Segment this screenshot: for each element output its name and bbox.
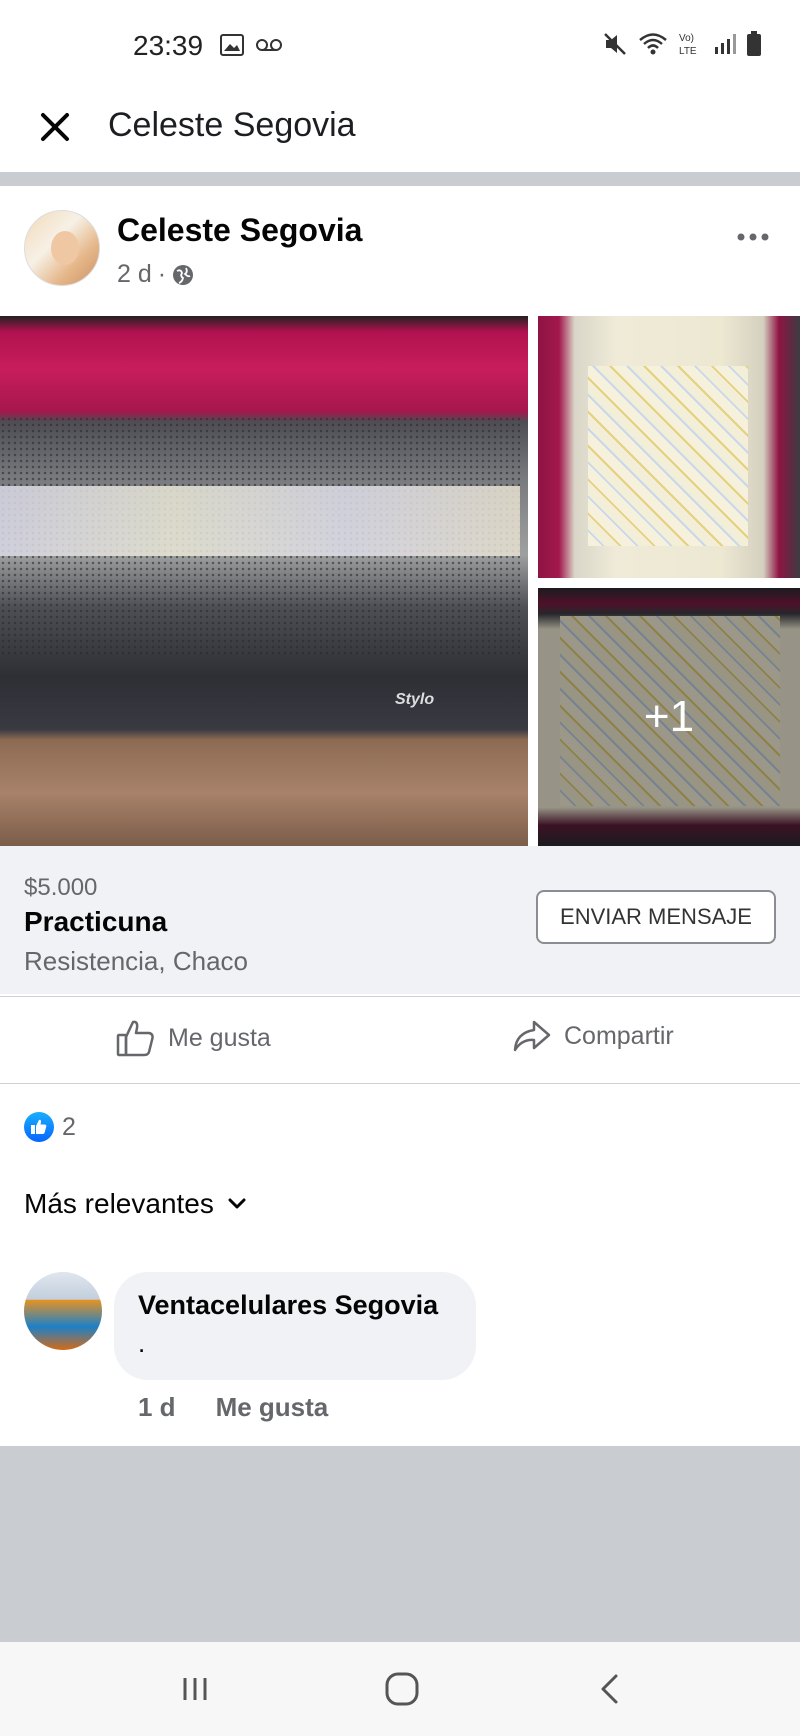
close-button[interactable] <box>32 104 78 150</box>
comment-text: . <box>138 1328 146 1358</box>
reaction-count: 2 <box>62 1112 76 1141</box>
voicemail-icon <box>256 39 282 51</box>
recent-apps-icon <box>183 1678 207 1700</box>
divider <box>0 172 800 186</box>
signal-icon <box>715 34 736 54</box>
home-icon <box>385 1672 419 1706</box>
photo-more-overlay: +1 <box>538 588 800 846</box>
comment-sort-dropdown[interactable]: Más relevantes <box>24 1188 246 1220</box>
listing-title: Practicuna <box>24 906 168 937</box>
photo-detail <box>0 486 520 556</box>
gallery-icon <box>220 34 244 56</box>
share-button[interactable]: Compartir <box>512 1019 674 1053</box>
globe-icon <box>173 264 194 285</box>
thumbs-up-icon <box>116 1020 154 1057</box>
battery-icon <box>747 31 761 56</box>
status-bar: 23:39 Vo) LTE <box>0 0 800 90</box>
back-button[interactable] <box>580 1662 640 1716</box>
sort-label: Más relevantes <box>24 1188 214 1219</box>
close-icon <box>41 113 69 141</box>
chevron-down-icon <box>228 1198 246 1209</box>
author-name[interactable]: Celeste Segovia <box>117 212 362 249</box>
post: Celeste Segovia 2 d · Stylo +1 $5.000 Pr… <box>0 186 800 1446</box>
marketplace-listing[interactable]: $5.000 Practicuna Resistencia, Chaco ENV… <box>0 846 800 994</box>
more-options-button[interactable] <box>736 216 770 250</box>
svg-text:Vo): Vo) <box>679 33 694 44</box>
more-photos-count: +1 <box>643 692 695 741</box>
status-left-icons <box>220 34 282 56</box>
photo-secondary[interactable] <box>538 316 800 578</box>
comment-like-button[interactable]: Me gusta <box>216 1392 329 1423</box>
photo-brand-label: Stylo <box>395 691 435 708</box>
post-meta: 2 d · <box>117 260 194 289</box>
photo-more[interactable]: +1 <box>538 588 800 846</box>
more-icon <box>737 233 769 241</box>
status-time: 23:39 <box>133 30 204 61</box>
comment-time[interactable]: 1 d <box>138 1392 176 1423</box>
recent-apps-button[interactable] <box>165 1662 225 1716</box>
header: Celeste Segovia <box>0 90 800 172</box>
home-button[interactable] <box>372 1662 432 1716</box>
like-label: Me gusta <box>168 1023 271 1052</box>
listing-location: Resistencia, Chaco <box>24 946 248 976</box>
page-title: Celeste Segovia <box>108 106 356 144</box>
system-nav-bar <box>0 1642 800 1736</box>
photo-grid: Stylo +1 <box>0 316 800 846</box>
reactions-summary[interactable]: 2 <box>24 1112 76 1142</box>
author-avatar[interactable] <box>24 210 100 286</box>
svg-text:LTE: LTE <box>679 46 697 57</box>
photo-main[interactable]: Stylo <box>0 316 528 846</box>
empty-area <box>0 1446 800 1642</box>
share-icon <box>513 1020 551 1052</box>
volte-icon: Vo) LTE <box>679 33 697 57</box>
like-button[interactable]: Me gusta <box>116 1019 271 1057</box>
comment-bubble[interactable]: Ventacelulares Segovia . <box>114 1272 476 1380</box>
mute-icon <box>604 33 626 55</box>
comment-author[interactable]: Ventacelulares Segovia <box>138 1290 438 1321</box>
action-row: Me gusta Compartir <box>0 996 800 1084</box>
like-reaction-icon <box>24 1112 54 1142</box>
listing-price: $5.000 <box>24 874 98 901</box>
wifi-icon <box>639 33 667 55</box>
back-icon <box>601 1674 618 1704</box>
comment-meta: 1 d Me gusta <box>138 1392 328 1423</box>
post-time[interactable]: 2 d <box>117 260 152 289</box>
send-message-button[interactable]: ENVIAR MENSAJE <box>536 890 776 944</box>
photo-detail <box>588 366 748 546</box>
status-right-icons: Vo) LTE <box>602 30 762 58</box>
share-label: Compartir <box>564 1021 674 1050</box>
meta-separator: · <box>157 260 167 288</box>
commenter-avatar[interactable] <box>24 1272 102 1350</box>
